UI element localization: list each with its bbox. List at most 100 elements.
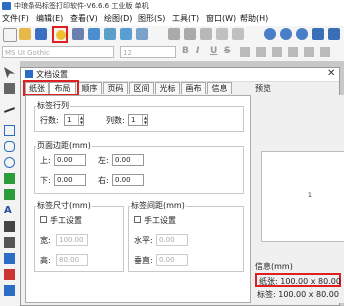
batch-print-icon[interactable] bbox=[120, 28, 132, 40]
vertical-spacing-input[interactable]: 0.00 bbox=[156, 254, 188, 266]
zoom-page-icon[interactable] bbox=[312, 28, 324, 40]
preview-label: 预览 bbox=[255, 84, 271, 93]
rtf-tool-icon[interactable] bbox=[4, 285, 15, 296]
paste-icon[interactable] bbox=[200, 28, 212, 40]
save-icon[interactable] bbox=[35, 28, 47, 40]
underline-button[interactable]: U bbox=[210, 46, 217, 56]
drawing-tools-panel: A bbox=[0, 61, 21, 306]
tabs-highlight bbox=[23, 80, 79, 96]
vertical-spacing-label: 垂直: bbox=[134, 256, 153, 265]
text-tool-icon[interactable]: A bbox=[4, 205, 15, 216]
preview-paper: 1 bbox=[261, 151, 344, 242]
line-tool-icon[interactable] bbox=[3, 107, 16, 113]
rows-label: 行数: bbox=[40, 116, 59, 125]
horizontal-spacing-input[interactable]: 0.00 bbox=[156, 234, 188, 246]
open-folder-icon[interactable] bbox=[19, 28, 31, 40]
actual-size-icon[interactable] bbox=[328, 28, 340, 40]
app-icon bbox=[2, 2, 11, 10]
bold-button[interactable]: B bbox=[182, 46, 189, 56]
menu-file[interactable]: 文件(F) bbox=[2, 13, 29, 24]
shape-tool-icon[interactable] bbox=[4, 269, 15, 280]
menu-bar: 文件(F) 编辑(E) 查看(V) 绘图(D) 图形(S) 工具(T) 窗口(W… bbox=[0, 12, 344, 26]
top-margin-label: 上: bbox=[40, 156, 51, 165]
right-margin-input[interactable]: 0.00 bbox=[112, 174, 144, 186]
height-label: 高: bbox=[40, 256, 51, 265]
paper-info-highlight: 纸张: 100.00 x 80.00 bbox=[255, 273, 341, 287]
layout-panel: 标签行列 行数: 1 ▲ ▼ 列数: 1 ▲ ▼ 页面边距(mm) 上: 0.00 … bbox=[25, 95, 251, 303]
print-icon[interactable] bbox=[72, 28, 84, 40]
menu-help[interactable]: 帮助(H) bbox=[240, 13, 268, 24]
line-spacing-icon[interactable] bbox=[304, 47, 314, 57]
menu-draw[interactable]: 绘图(D) bbox=[104, 13, 132, 24]
menu-tools[interactable]: 工具(T) bbox=[172, 13, 199, 24]
redo-icon[interactable] bbox=[232, 28, 244, 40]
tab-page-number[interactable]: 页码 bbox=[103, 82, 128, 94]
tab-canvas[interactable]: 画布 bbox=[181, 82, 206, 94]
rounded-rect-tool-icon[interactable] bbox=[4, 141, 15, 152]
manual-spacing-checkbox[interactable] bbox=[134, 216, 141, 223]
ellipse-tool-icon[interactable] bbox=[4, 157, 15, 168]
margin-group-title: 页面边距(mm) bbox=[36, 140, 92, 151]
left-margin-input[interactable]: 0.00 bbox=[112, 154, 144, 166]
print-preview-icon[interactable] bbox=[88, 28, 100, 40]
tab-order[interactable]: 顺序 bbox=[77, 82, 102, 94]
cols-spinner[interactable]: ▲ ▼ bbox=[142, 115, 148, 125]
menu-shape[interactable]: 图形(S) bbox=[138, 13, 165, 24]
horizontal-spacing-label: 水平: bbox=[134, 236, 153, 245]
manual-spacing-label: 手工设置 bbox=[144, 216, 176, 225]
strikethrough-button[interactable]: S bbox=[224, 46, 230, 56]
select-pointer-icon[interactable] bbox=[4, 67, 15, 78]
export-icon[interactable] bbox=[136, 28, 148, 40]
zoom-out-icon[interactable] bbox=[280, 28, 292, 40]
rectangle-tool-icon[interactable] bbox=[4, 125, 15, 136]
align-justify-icon[interactable] bbox=[288, 47, 298, 57]
height-input[interactable]: 80.00 bbox=[56, 254, 88, 266]
copy-icon[interactable] bbox=[184, 28, 196, 40]
align-center-icon[interactable] bbox=[256, 47, 266, 57]
database-icon[interactable] bbox=[104, 28, 116, 40]
paper-info: 纸张: 100.00 x 80.00 bbox=[259, 277, 341, 286]
width-input[interactable]: 100.00 bbox=[56, 234, 88, 246]
menu-edit[interactable]: 编辑(E) bbox=[36, 13, 63, 24]
title-bar: 中琅条码标签打印软件-V6.6.6 工业版 单机 bbox=[0, 0, 344, 12]
new-document-icon[interactable] bbox=[3, 28, 17, 42]
cols-label: 列数: bbox=[106, 116, 125, 125]
rows-spinner[interactable]: ▲ ▼ bbox=[78, 115, 84, 125]
align-left-icon[interactable] bbox=[240, 47, 250, 57]
preview-page-number: 1 bbox=[308, 192, 312, 199]
table-tool-icon[interactable] bbox=[4, 253, 15, 264]
document-settings-dialog: 文档设置 ✕ 纸张 布局 顺序 页码 区间 光标 画布 信息 标签行列 行数: … bbox=[20, 67, 344, 306]
char-spacing-icon[interactable] bbox=[320, 47, 330, 57]
qrcode-tool-icon[interactable] bbox=[4, 237, 15, 248]
format-toolbar: MS UI Gothic 12 B I U S bbox=[0, 44, 344, 62]
bottom-margin-input[interactable]: 0.00 bbox=[54, 174, 86, 186]
barcode-tool-icon[interactable] bbox=[4, 221, 15, 232]
undo-icon[interactable] bbox=[216, 28, 228, 40]
picture-tool-icon[interactable] bbox=[4, 189, 15, 200]
dialog-icon bbox=[25, 70, 33, 78]
zoom-in-icon[interactable] bbox=[264, 28, 276, 40]
close-icon[interactable]: ✕ bbox=[327, 68, 335, 79]
menu-view[interactable]: 查看(V) bbox=[70, 13, 98, 24]
right-margin-label: 右: bbox=[98, 176, 109, 185]
zoom-fit-icon[interactable] bbox=[296, 28, 308, 40]
image-tool-icon[interactable] bbox=[4, 173, 15, 184]
menu-window[interactable]: 窗口(W) bbox=[206, 13, 236, 24]
font-size-select[interactable]: 12 bbox=[120, 46, 176, 58]
main-toolbar bbox=[0, 26, 344, 45]
tab-range[interactable]: 区间 bbox=[129, 82, 154, 94]
document-settings-button[interactable] bbox=[52, 26, 68, 43]
pan-icon[interactable] bbox=[4, 83, 15, 94]
font-name-select[interactable]: MS UI Gothic bbox=[2, 46, 114, 58]
info-label: 信息(mm) bbox=[255, 262, 293, 271]
tab-info[interactable]: 信息 bbox=[207, 82, 232, 94]
italic-button[interactable]: I bbox=[196, 46, 199, 56]
cut-icon[interactable] bbox=[168, 28, 180, 40]
width-label: 宽: bbox=[40, 236, 51, 245]
bottom-margin-label: 下: bbox=[40, 176, 51, 185]
settings-gear-icon bbox=[56, 30, 66, 40]
align-right-icon[interactable] bbox=[272, 47, 282, 57]
top-margin-input[interactable]: 0.00 bbox=[54, 154, 86, 166]
manual-size-checkbox[interactable] bbox=[40, 216, 47, 223]
tab-cursor[interactable]: 光标 bbox=[155, 82, 180, 94]
